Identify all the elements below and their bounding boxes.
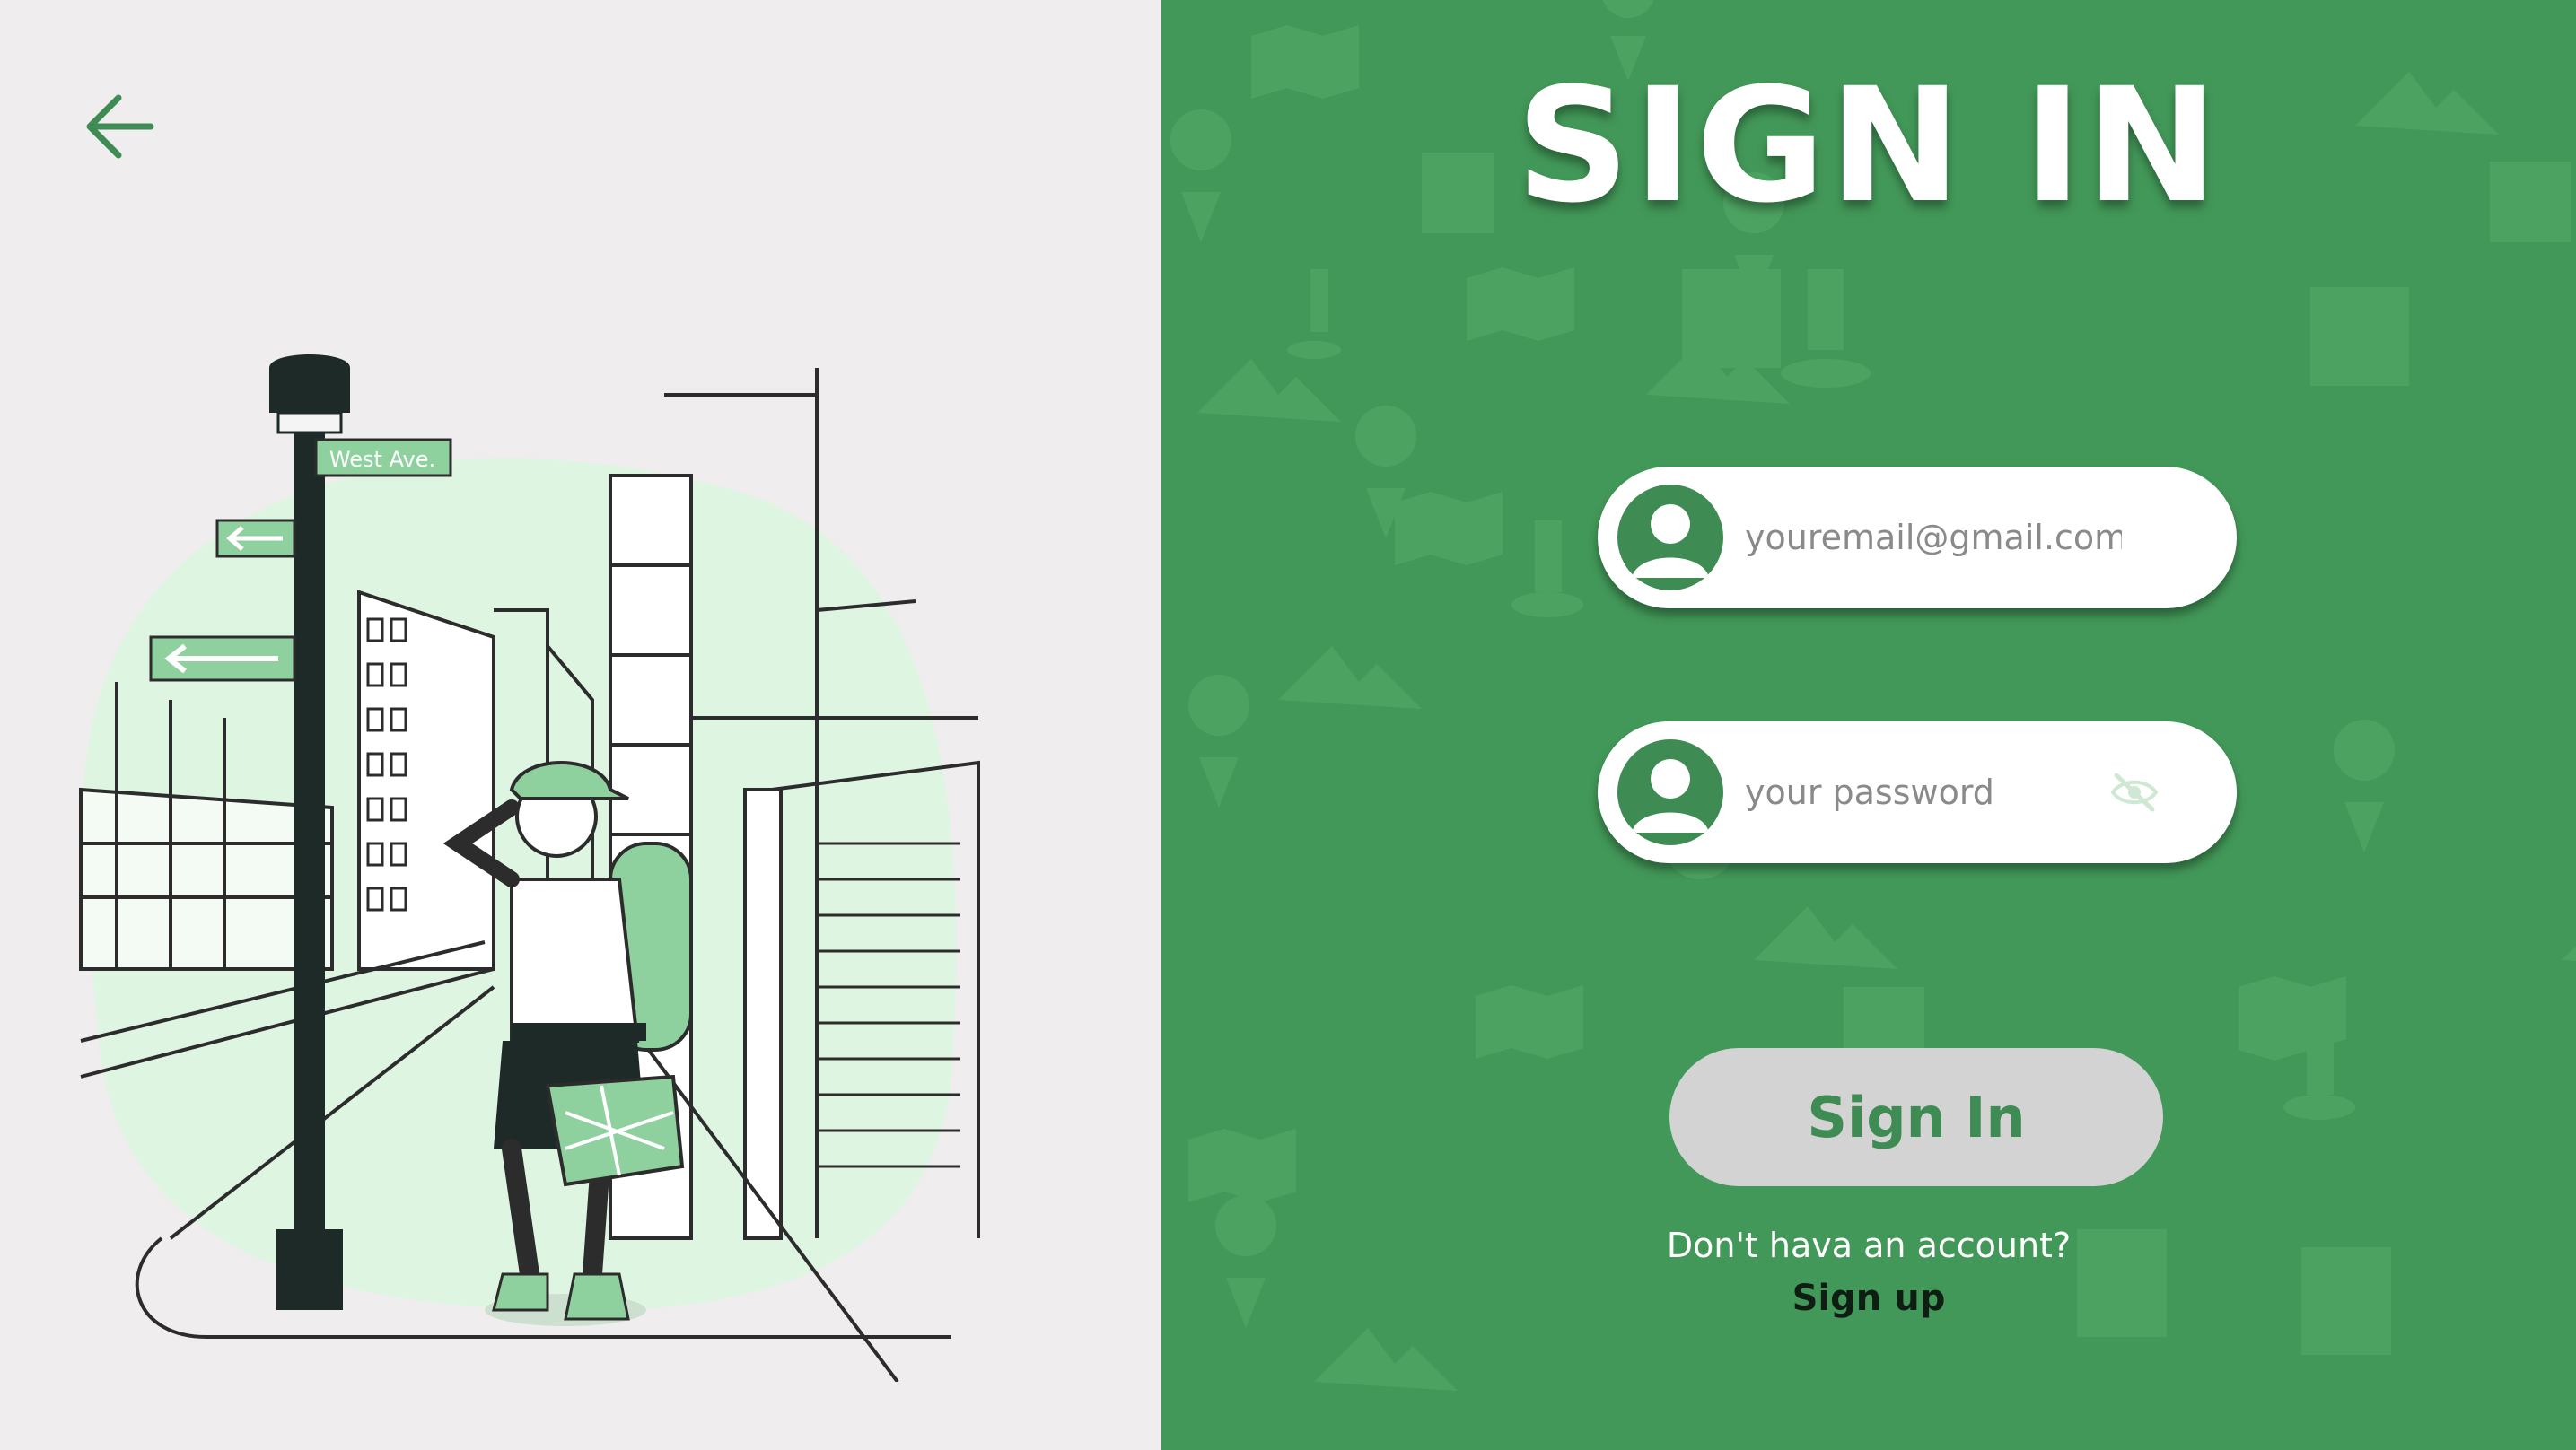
no-account-text: Don't hava an account? xyxy=(1666,1226,2072,1265)
folded-map-icon xyxy=(1476,985,1583,1059)
email-field xyxy=(1598,467,2237,608)
mountain-icon xyxy=(2562,946,2576,961)
mountain-icon xyxy=(1754,906,1897,969)
folded-map-icon xyxy=(1395,492,1503,565)
password-input[interactable] xyxy=(1745,761,2122,824)
back-button[interactable] xyxy=(75,86,162,167)
mountain-icon xyxy=(1314,1328,1458,1391)
mountain-icon xyxy=(1197,359,1341,422)
folded-map-icon xyxy=(1188,1129,1296,1202)
email-input[interactable] xyxy=(1745,506,2122,569)
user-avatar-icon xyxy=(1617,739,1723,845)
traveler-pin-icon xyxy=(1781,269,1871,388)
page-title: SIGN IN xyxy=(1515,54,2222,238)
svg-text:West Ave.: West Ave. xyxy=(329,447,435,472)
sign-up-link[interactable]: Sign up xyxy=(1161,1278,2576,1319)
arrow-left-icon xyxy=(86,94,154,159)
lost-traveler-illustration: West Ave. xyxy=(79,354,980,1382)
map-pin-icon xyxy=(2334,720,2396,852)
illustration-pane: West Ave. xyxy=(0,0,1161,1450)
sign-in-button[interactable]: Sign In xyxy=(1669,1048,2163,1186)
traveler-pin-icon xyxy=(1287,269,1342,359)
traveler-pin-icon xyxy=(1511,520,1584,617)
mountain-icon xyxy=(1278,646,1422,709)
hotel-icon xyxy=(2310,287,2409,386)
folded-map-icon xyxy=(1467,267,1574,341)
password-field xyxy=(1598,721,2237,863)
signin-pane: SIGN IN Sign In Don't hava an accou xyxy=(1161,0,2576,1450)
user-avatar-icon xyxy=(1617,485,1723,590)
eye-slash-icon[interactable] xyxy=(2107,768,2161,817)
map-pin-icon xyxy=(1188,675,1250,808)
